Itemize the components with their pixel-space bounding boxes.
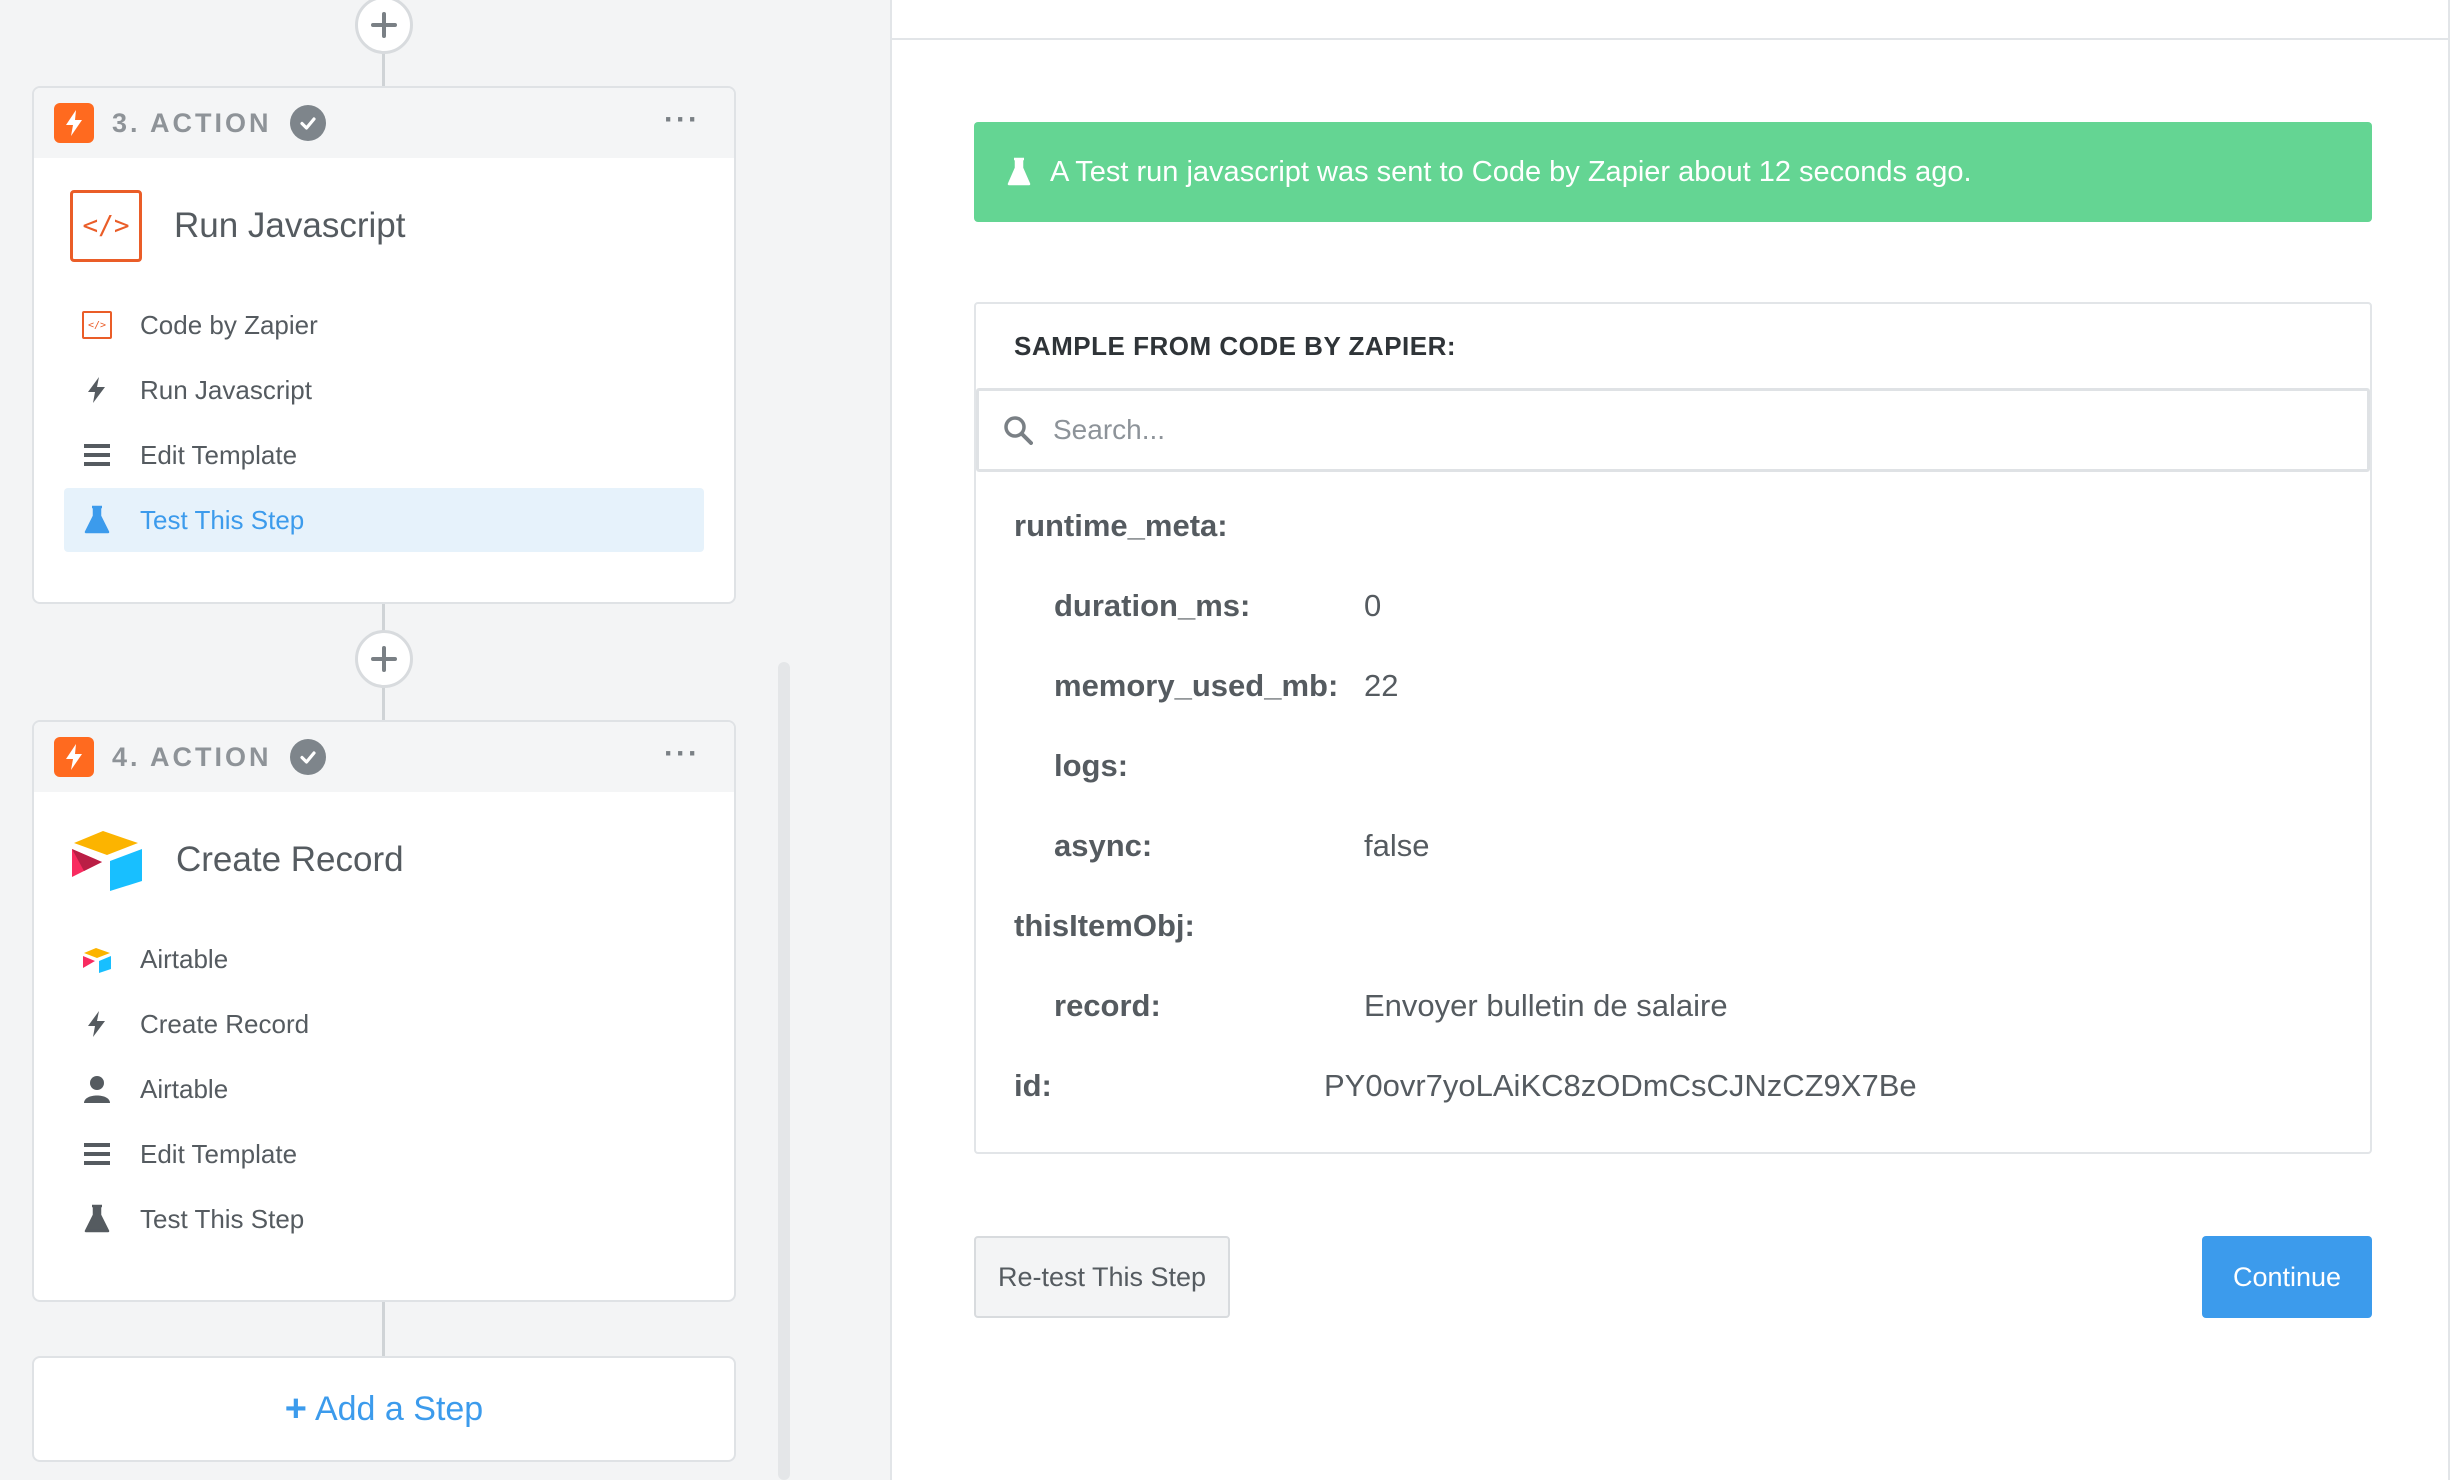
add-step-label: Add a Step bbox=[314, 1389, 484, 1428]
search-input[interactable] bbox=[1053, 414, 2253, 446]
menu-item-label: Edit Template bbox=[140, 439, 298, 470]
lines-icon bbox=[84, 1143, 110, 1165]
menu-item-action[interactable]: Run Javascript bbox=[64, 358, 704, 422]
insert-step-button[interactable] bbox=[355, 0, 413, 54]
menu-item-app[interactable]: Airtable bbox=[64, 927, 704, 991]
add-step-plus: + bbox=[284, 1387, 307, 1430]
step-menu: </> Code by Zapier Run Javascript Edit T… bbox=[34, 293, 734, 583]
alert-text: A Test run javascript was sent to Code b… bbox=[1050, 155, 1972, 188]
retest-step-button[interactable]: Re-test This Step bbox=[974, 1236, 1230, 1318]
step-card-header[interactable]: 4. ACTION ··· bbox=[34, 722, 734, 792]
step-title: 3. ACTION bbox=[112, 107, 272, 138]
menu-item-label: Edit Template bbox=[140, 1138, 298, 1169]
step-title: 4. ACTION bbox=[112, 741, 272, 772]
code-by-zapier-logo: </> bbox=[70, 189, 142, 262]
zapier-bolt-icon bbox=[54, 737, 94, 777]
user-icon bbox=[84, 1076, 110, 1103]
menu-item-edit-template[interactable]: Edit Template bbox=[64, 423, 704, 487]
check-icon bbox=[289, 739, 326, 775]
field-key: duration_ms: bbox=[1054, 588, 1251, 623]
scrollbar-track bbox=[790, 0, 892, 1480]
field-key: record: bbox=[1054, 988, 1161, 1023]
check-icon bbox=[289, 105, 326, 141]
field-key: id: bbox=[1014, 1068, 1052, 1103]
continue-button[interactable]: Continue bbox=[2202, 1236, 2372, 1318]
code-icon: </> bbox=[82, 311, 112, 339]
step-app-row: Create Record bbox=[34, 792, 734, 927]
zapier-bolt-icon bbox=[54, 103, 94, 143]
plus-icon bbox=[371, 646, 397, 672]
field-value: false bbox=[1364, 828, 1430, 863]
flask-icon bbox=[84, 505, 110, 534]
field-value: 22 bbox=[1364, 668, 1399, 703]
field-value: PY0ovr7yoLAiKC8zODmCsCJNzCZ9X7Be bbox=[1324, 1068, 1917, 1103]
plus-icon bbox=[371, 12, 397, 38]
menu-item-label: Airtable bbox=[140, 1073, 229, 1104]
bolt-icon bbox=[88, 1011, 105, 1037]
step-app-title: Create Record bbox=[176, 839, 404, 879]
test-success-alert: A Test run javascript was sent to Code b… bbox=[974, 122, 2372, 222]
sample-header: SAMPLE FROM CODE BY ZAPIER: bbox=[1014, 330, 1457, 361]
more-options-icon[interactable]: ··· bbox=[664, 739, 700, 769]
step-app-row: </> Run Javascript bbox=[34, 158, 734, 293]
step-card-header[interactable]: 3. ACTION ··· bbox=[34, 88, 734, 158]
step-menu: Airtable Create Record Airtable Edit Tem… bbox=[34, 927, 734, 1282]
menu-item-label: Code by Zapier bbox=[140, 309, 318, 340]
step-connector bbox=[382, 1302, 385, 1356]
field-key: async: bbox=[1054, 828, 1153, 863]
menu-item-label: Test This Step bbox=[140, 504, 305, 535]
menu-item-app[interactable]: </> Code by Zapier bbox=[64, 293, 704, 357]
menu-item-label: Run Javascript bbox=[140, 374, 312, 405]
zap-steps-column: 3. ACTION ··· </> Run Javascript </> Cod… bbox=[0, 0, 790, 1480]
field-key: runtime_meta: bbox=[1014, 508, 1228, 543]
menu-item-edit-template[interactable]: Edit Template bbox=[64, 1122, 704, 1186]
menu-item-test-step[interactable]: Test This Step bbox=[64, 488, 704, 552]
menu-item-label: Test This Step bbox=[140, 1203, 305, 1234]
step-app-title: Run Javascript bbox=[174, 205, 406, 245]
menu-item-account[interactable]: Airtable bbox=[64, 1057, 704, 1121]
field-key: logs: bbox=[1054, 748, 1129, 783]
more-options-icon[interactable]: ··· bbox=[664, 105, 700, 135]
search-icon bbox=[1004, 416, 1033, 445]
sample-search[interactable] bbox=[976, 388, 2370, 472]
lines-icon bbox=[84, 444, 110, 466]
field-value: Envoyer bulletin de salaire bbox=[1364, 988, 1728, 1023]
airtable-logo bbox=[72, 830, 142, 891]
step-detail-panel: A Test run javascript was sent to Code b… bbox=[890, 0, 2450, 1480]
airtable-icon bbox=[83, 948, 111, 973]
divider bbox=[892, 38, 2450, 40]
field-value: 0 bbox=[1364, 588, 1382, 623]
add-step-button[interactable]: + Add a Step bbox=[32, 1356, 736, 1462]
field-key: memory_used_mb: bbox=[1054, 668, 1339, 703]
menu-item-action[interactable]: Create Record bbox=[64, 992, 704, 1056]
step-card-3: 3. ACTION ··· </> Run Javascript </> Cod… bbox=[32, 86, 736, 604]
field-key: thisItemObj: bbox=[1014, 908, 1195, 943]
flask-icon bbox=[84, 1204, 110, 1233]
bolt-icon bbox=[88, 377, 105, 403]
menu-item-label: Airtable bbox=[140, 943, 229, 974]
step-card-4: 4. ACTION ··· Create Record Airtable Cre… bbox=[32, 720, 736, 1302]
flask-icon bbox=[1007, 157, 1031, 186]
insert-step-button[interactable] bbox=[355, 630, 413, 688]
sample-data-box: SAMPLE FROM CODE BY ZAPIER: runtime_meta… bbox=[974, 302, 2372, 1154]
menu-item-label: Create Record bbox=[140, 1008, 310, 1039]
scrollbar-thumb[interactable] bbox=[778, 662, 790, 1480]
menu-item-test-step[interactable]: Test This Step bbox=[64, 1187, 704, 1251]
